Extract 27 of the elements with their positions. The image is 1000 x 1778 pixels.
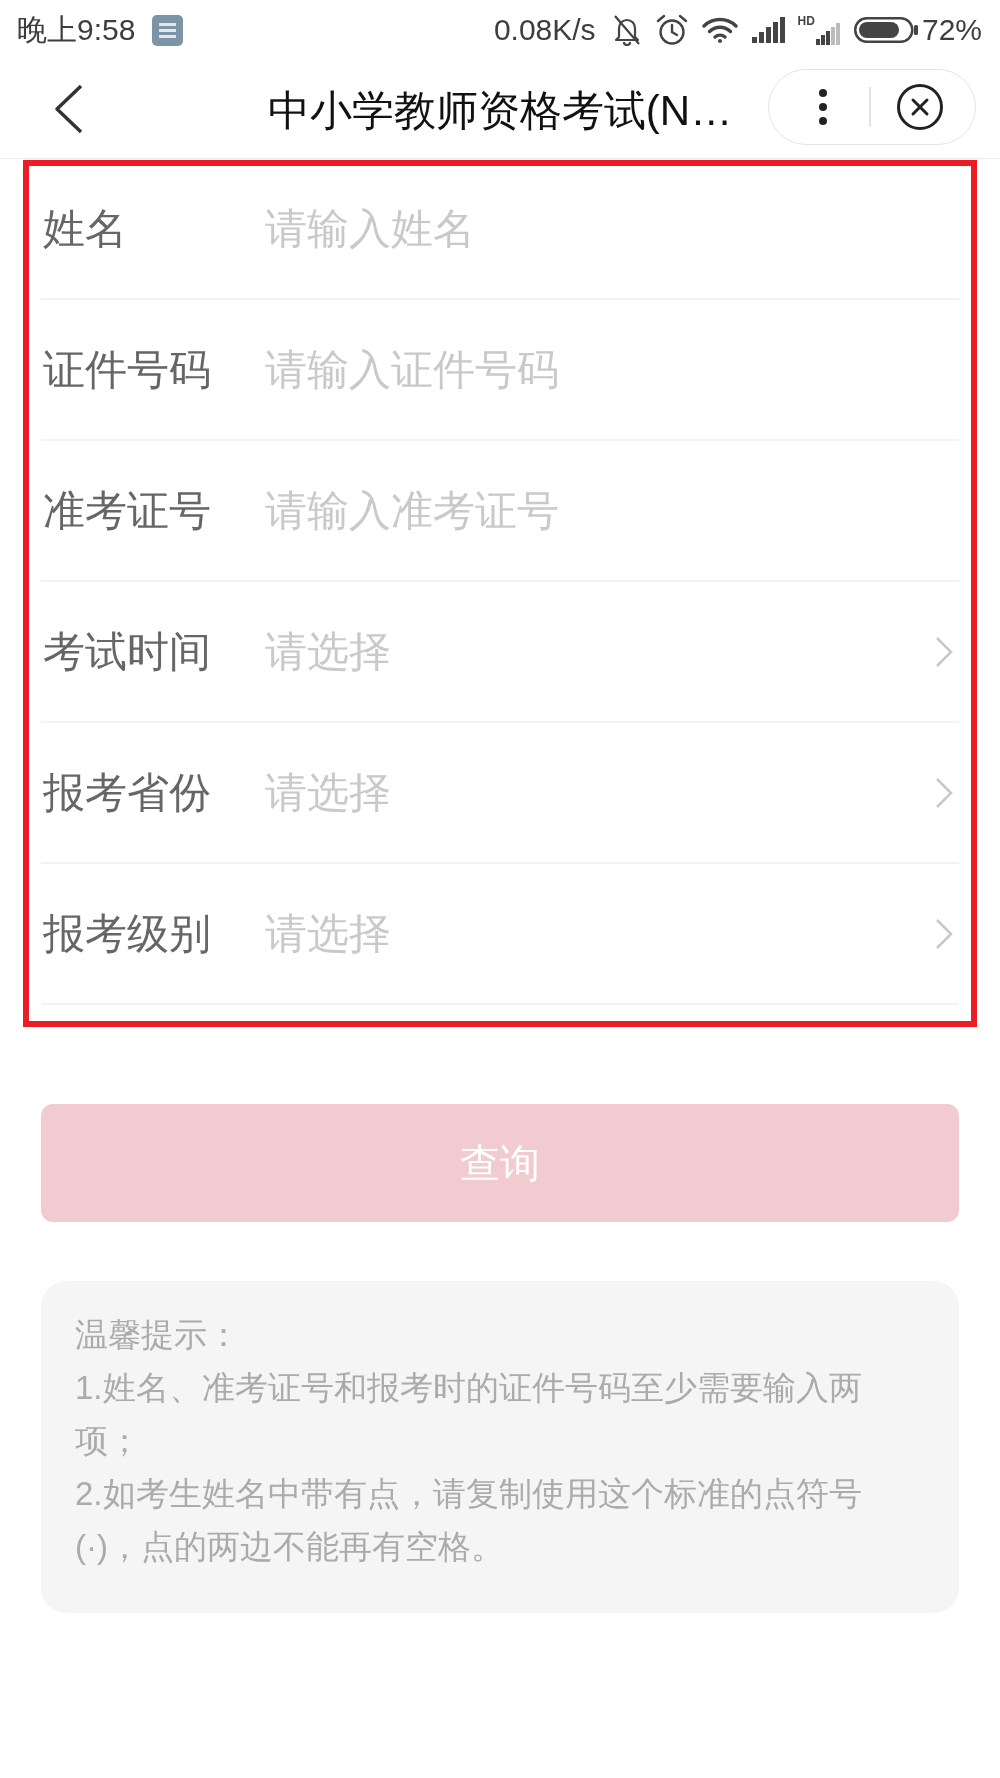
- signal-icon: [815, 23, 840, 45]
- notification-icon: [152, 14, 184, 46]
- chevron-right-icon: [935, 635, 953, 668]
- field-label: 准考证号: [42, 485, 212, 536]
- signal-icon: [751, 17, 786, 43]
- battery-percent: 72%: [921, 15, 982, 45]
- field-label: 报考省份: [42, 767, 212, 818]
- chevron-right-icon: [935, 776, 953, 809]
- network-label: HD: [797, 15, 815, 27]
- bell-slash-icon: [611, 14, 642, 46]
- page-title: 中小学教师资格考试(N…: [267, 85, 733, 136]
- field-label: 考试时间: [42, 626, 212, 677]
- wifi-icon: [701, 17, 738, 43]
- field-label: 证件号码: [42, 344, 212, 395]
- more-icon[interactable]: [819, 89, 827, 125]
- field-label: 姓名: [42, 203, 128, 254]
- chevron-right-icon: [935, 917, 953, 950]
- tips-title: 温馨提示：: [75, 1315, 241, 1355]
- network-speed: 0.08K/s: [493, 15, 596, 45]
- close-icon[interactable]: [897, 84, 943, 130]
- back-icon[interactable]: [54, 84, 84, 134]
- battery-icon: [853, 17, 918, 43]
- field-label: 报考级别: [42, 908, 212, 959]
- tips-item: 1.姓名、准考证号和报考时的证件号码至少需要输入两项；: [75, 1368, 863, 1461]
- tips-item: 2.如考生姓名中带有点，请复制使用这个标准的点符号(·)，点的两边不能再有空格。: [75, 1474, 863, 1567]
- alarm-clock-icon: [655, 14, 688, 46]
- status-time: 晚上9:58: [17, 15, 136, 45]
